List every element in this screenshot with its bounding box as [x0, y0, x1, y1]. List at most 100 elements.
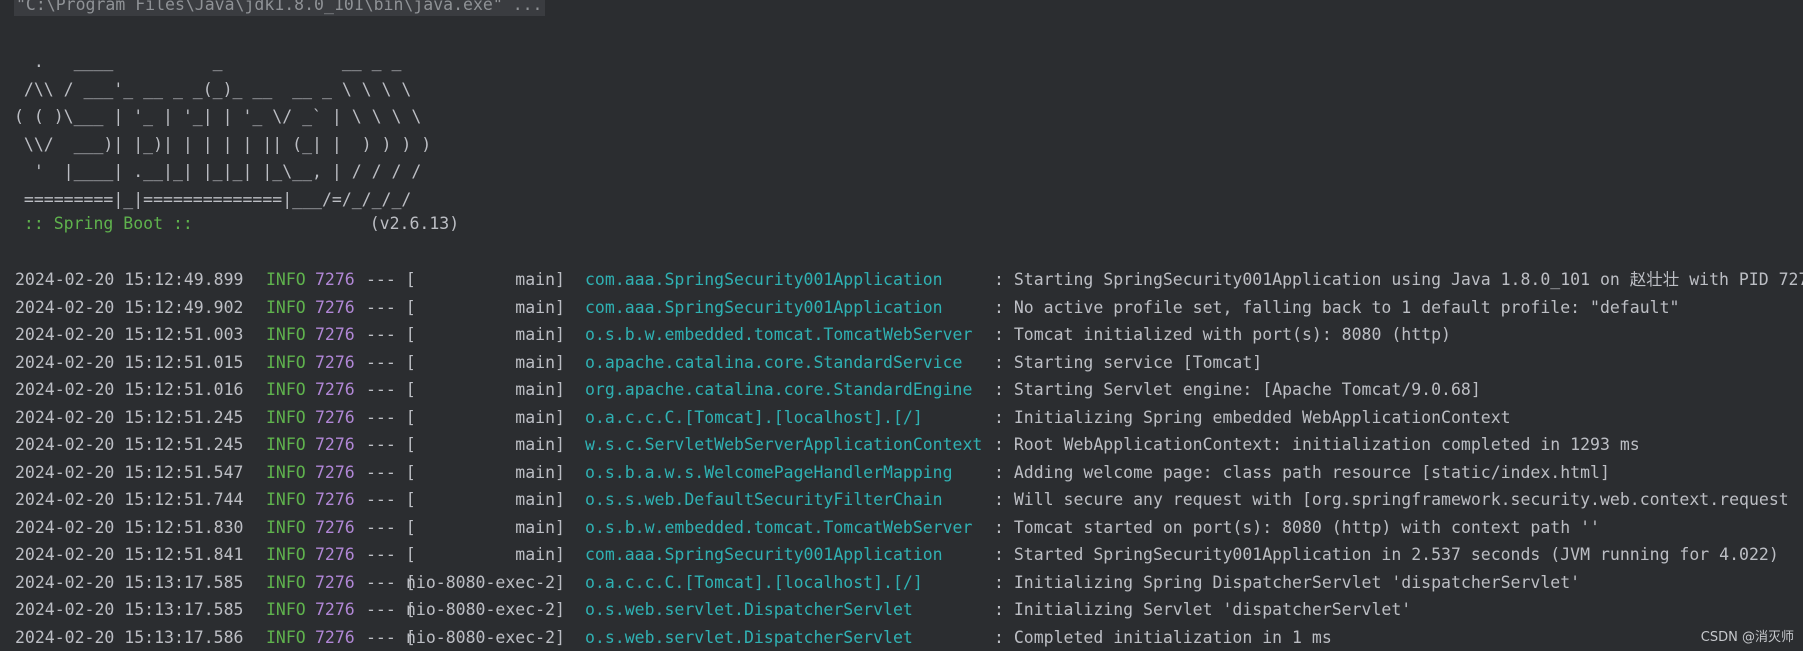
log-level: INFO: [266, 545, 306, 564]
log-thread: nio-8080-exec-2]: [406, 627, 565, 647]
log-thread: main]: [406, 435, 565, 454]
log-line: 2024-02-20 15:12:51.841 INFO 7276 --- [ mai…: [15, 541, 1803, 569]
log-pid: 7276: [315, 352, 355, 372]
log-logger[interactable]: org.apache.catalina.core.StandardEngine: [585, 376, 972, 404]
log-line: 2024-02-20 15:13:17.586 INFO 7276 --- [nio-…: [15, 624, 1803, 651]
log-timestamp: 2024-02-20 15:12:51.016: [15, 380, 244, 399]
log-pid: 7276: [315, 435, 355, 454]
log-message: : No active profile set, falling back to…: [994, 297, 1680, 317]
log-thread: main]: [406, 380, 565, 399]
log-level: INFO: [266, 627, 306, 647]
log-thread: main]: [406, 462, 565, 482]
log-message: : Will secure any request with [org.spri…: [994, 490, 1789, 509]
log-logger[interactable]: o.s.web.servlet.DispatcherServlet: [585, 624, 913, 651]
banner-line: /\\ / ___'_ __ _ _(_)_ __ __ _ \ \ \ \: [14, 79, 412, 99]
log-timestamp: 2024-02-20 15:12:51.015: [15, 352, 244, 372]
log-line: 2024-02-20 15:13:17.585 INFO 7276 --- [nio-…: [15, 596, 1803, 624]
log-pid: 7276: [315, 545, 355, 564]
log-lines: 2024-02-20 15:12:49.899 INFO 7276 --- [ mai…: [15, 266, 1803, 651]
log-logger[interactable]: com.aaa.SpringSecurity001Application: [585, 294, 943, 322]
log-message: : Started SpringSecurity001Application i…: [994, 545, 1779, 564]
console-output[interactable]: "C:\Program Files\Java\jdk1.8.0_101\bin\…: [0, 0, 1803, 651]
log-timestamp: 2024-02-20 15:12:51.744: [15, 490, 244, 509]
log-level: INFO: [266, 435, 306, 454]
log-thread: main]: [406, 325, 565, 344]
spring-boot-version: (v2.6.13): [369, 214, 460, 233]
log-timestamp: 2024-02-20 15:13:17.586: [15, 627, 244, 647]
log-timestamp: 2024-02-20 15:12:51.245: [15, 407, 244, 427]
log-logger[interactable]: o.s.b.a.w.s.WelcomePageHandlerMapping: [585, 459, 953, 487]
log-level: INFO: [266, 325, 306, 344]
log-thread: main]: [406, 490, 565, 509]
log-pid: 7276: [315, 600, 355, 619]
log-pid: 7276: [315, 490, 355, 509]
log-level: INFO: [266, 407, 306, 427]
log-logger[interactable]: o.s.web.servlet.DispatcherServlet: [585, 596, 913, 624]
log-logger[interactable]: o.a.c.c.C.[Tomcat].[localhost].[/]: [585, 404, 923, 432]
log-message: : Completed initialization in 1 ms: [994, 627, 1332, 647]
log-thread: main]: [406, 545, 565, 564]
log-thread: main]: [406, 352, 565, 372]
log-timestamp: 2024-02-20 15:12:51.003: [15, 325, 244, 344]
log-line: 2024-02-20 15:12:51.744 INFO 7276 --- [ mai…: [15, 486, 1803, 514]
log-thread: nio-8080-exec-2]: [406, 600, 565, 619]
log-line: 2024-02-20 15:12:51.003 INFO 7276 --- [ mai…: [15, 321, 1803, 349]
log-logger[interactable]: o.apache.catalina.core.StandardService: [585, 349, 963, 377]
log-message: : Tomcat initialized with port(s): 8080 …: [994, 325, 1451, 344]
banner-line: ' |____| .__|_| |_|_| |_\__, | / / / /: [14, 162, 422, 181]
log-pid: 7276: [315, 627, 355, 647]
log-timestamp: 2024-02-20 15:12:51.245: [15, 435, 244, 454]
log-level: INFO: [266, 270, 306, 289]
log-logger[interactable]: com.aaa.SpringSecurity001Application: [585, 266, 943, 294]
log-line: 2024-02-20 15:12:51.016 INFO 7276 --- [ mai…: [15, 376, 1803, 404]
log-line: 2024-02-20 15:12:51.245 INFO 7276 --- [ mai…: [15, 431, 1803, 459]
log-pid: 7276: [315, 325, 355, 344]
log-thread: main]: [406, 517, 565, 537]
log-logger[interactable]: o.s.s.web.DefaultSecurityFilterChain: [585, 486, 943, 514]
log-line: 2024-02-20 15:12:51.547 INFO 7276 --- [ mai…: [15, 459, 1803, 487]
banner-line: . ____ _ __ _ _: [14, 52, 402, 71]
log-timestamp: 2024-02-20 15:12:51.841: [15, 545, 244, 564]
log-line: 2024-02-20 15:12:49.902 INFO 7276 --- [ mai…: [15, 294, 1803, 322]
log-pid: 7276: [315, 380, 355, 399]
log-pid: 7276: [315, 462, 355, 482]
log-logger[interactable]: w.s.c.ServletWebServerApplicationContext: [585, 431, 982, 459]
log-message: : Initializing Spring DispatcherServlet …: [994, 572, 1581, 592]
log-timestamp: 2024-02-20 15:12:49.902: [15, 297, 244, 317]
log-message: : Initializing Spring embedded WebApplic…: [994, 407, 1511, 427]
log-line: 2024-02-20 15:12:51.830 INFO 7276 --- [ mai…: [15, 514, 1803, 542]
log-line: 2024-02-20 15:12:49.899 INFO 7276 --- [ mai…: [15, 266, 1803, 294]
log-logger[interactable]: com.aaa.SpringSecurity001Application: [585, 541, 943, 569]
log-level: INFO: [266, 297, 306, 317]
log-pid: 7276: [315, 297, 355, 317]
log-timestamp: 2024-02-20 15:13:17.585: [15, 600, 244, 619]
watermark: CSDN @消灭师: [1700, 630, 1794, 645]
log-level: INFO: [266, 462, 306, 482]
log-message: : Adding welcome page: class path resour…: [994, 462, 1610, 482]
log-message: : Root WebApplicationContext: initializa…: [994, 435, 1640, 454]
banner-line: \\/ ___)| |_)| | | | | || (_| | ) ) ) ): [14, 134, 432, 154]
log-logger[interactable]: o.s.b.w.embedded.tomcat.TomcatWebServer: [585, 321, 972, 349]
banner-line: =========|_|==============|___/=/_/_/_/: [14, 189, 412, 209]
log-pid: 7276: [315, 270, 355, 289]
log-pid: 7276: [315, 407, 355, 427]
log-pid: 7276: [315, 572, 355, 592]
log-level: INFO: [266, 380, 306, 399]
log-pid: 7276: [315, 517, 355, 537]
log-timestamp: 2024-02-20 15:12:49.899: [15, 270, 244, 289]
log-line: 2024-02-20 15:12:51.015 INFO 7276 --- [ mai…: [15, 349, 1803, 377]
log-message: : Starting service [Tomcat]: [994, 352, 1263, 372]
log-thread: main]: [406, 297, 565, 317]
log-message: : Tomcat started on port(s): 8080 (http)…: [994, 517, 1600, 537]
log-logger[interactable]: o.a.c.c.C.[Tomcat].[localhost].[/]: [585, 569, 923, 597]
log-thread: main]: [406, 270, 565, 289]
log-message: : Starting SpringSecurity001Application …: [994, 270, 1803, 289]
log-timestamp: 2024-02-20 15:13:17.585: [15, 572, 244, 592]
command-line: "C:\Program Files\Java\jdk1.8.0_101\bin\…: [14, 0, 545, 16]
log-thread: main]: [406, 407, 565, 427]
log-level: INFO: [266, 572, 306, 592]
banner-line: ( ( )\___ | '_ | '_| | '_ \/ _` | \ \ \ …: [14, 107, 422, 126]
log-line: 2024-02-20 15:13:17.585 INFO 7276 --- [nio-…: [15, 569, 1803, 597]
log-level: INFO: [266, 517, 306, 537]
log-logger[interactable]: o.s.b.w.embedded.tomcat.TomcatWebServer: [585, 514, 972, 542]
